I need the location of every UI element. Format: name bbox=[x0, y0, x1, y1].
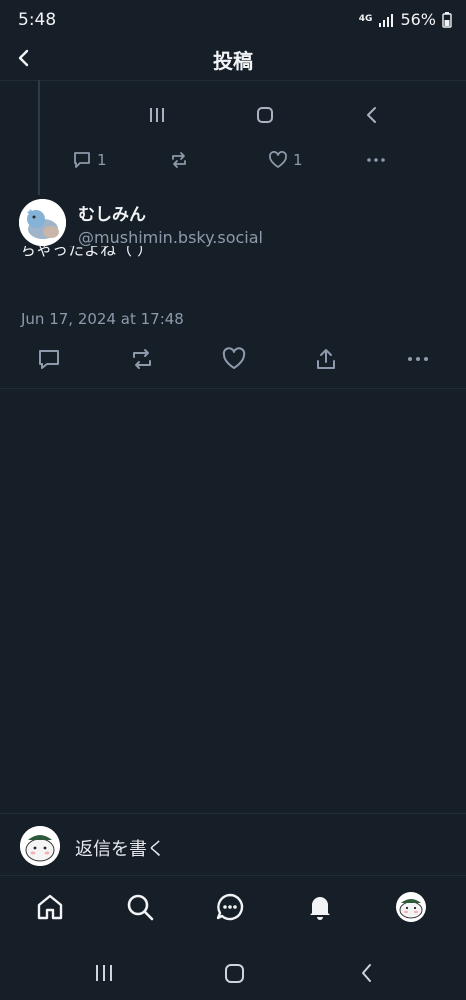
author-avatar[interactable] bbox=[19, 199, 66, 246]
chat-icon bbox=[216, 893, 244, 921]
share-button[interactable] bbox=[314, 343, 338, 375]
system-home-button[interactable] bbox=[223, 959, 247, 987]
parent-more-button[interactable] bbox=[366, 147, 386, 173]
more-options-button[interactable] bbox=[406, 343, 430, 375]
more-icon bbox=[367, 158, 385, 162]
status-time: 5:48 bbox=[18, 10, 57, 30]
notifications-icon bbox=[310, 897, 330, 920]
network-type-label: 4G bbox=[358, 14, 373, 24]
home-circle-icon bbox=[225, 964, 244, 983]
post-divider bbox=[0, 388, 466, 389]
system-recents-button[interactable] bbox=[93, 959, 115, 987]
status-bar: 5:48 4G 56% bbox=[0, 0, 466, 40]
signal-icon bbox=[378, 13, 394, 27]
embedded-recents-icon bbox=[147, 100, 167, 130]
nav-home[interactable] bbox=[36, 893, 64, 921]
parent-repost-button[interactable] bbox=[169, 147, 189, 173]
post-text-partial: ちゃったよね（ ） bbox=[20, 246, 154, 258]
nav-profile[interactable] bbox=[396, 892, 426, 922]
reply-button[interactable] bbox=[37, 343, 61, 375]
post-timestamp: Jun 17, 2024 at 17:48 bbox=[21, 310, 184, 328]
screen-header: 投稿 bbox=[0, 40, 466, 81]
author-display-name[interactable]: むしみん bbox=[78, 200, 146, 225]
comment-icon bbox=[39, 350, 59, 369]
system-back-button[interactable] bbox=[356, 959, 378, 987]
thread-line bbox=[38, 80, 40, 195]
more-icon bbox=[408, 357, 428, 361]
battery-icon bbox=[442, 11, 452, 28]
repost-icon bbox=[133, 349, 151, 369]
bottom-navigation bbox=[0, 875, 466, 938]
system-navigation bbox=[0, 946, 466, 1000]
embedded-back-icon bbox=[362, 100, 382, 130]
repost-button[interactable] bbox=[130, 343, 154, 375]
battery-percent: 56% bbox=[400, 10, 436, 29]
parent-like-count: 1 bbox=[293, 151, 303, 169]
chevron-left-icon bbox=[18, 49, 29, 67]
nav-search[interactable] bbox=[126, 893, 154, 921]
parent-reply-button[interactable]: 1 bbox=[72, 147, 107, 173]
heart-icon bbox=[222, 347, 246, 369]
like-button[interactable] bbox=[222, 343, 246, 375]
heart-icon bbox=[269, 151, 287, 168]
back-button[interactable] bbox=[10, 44, 38, 72]
back-icon bbox=[362, 964, 371, 982]
profile-avatar bbox=[399, 899, 423, 919]
parent-like-button[interactable]: 1 bbox=[268, 147, 303, 173]
post-text: ちゃったよね（ ） bbox=[20, 246, 220, 258]
repost-icon bbox=[172, 152, 186, 168]
parent-reply-count: 1 bbox=[97, 151, 107, 169]
status-right: 4G 56% bbox=[359, 10, 452, 29]
nav-chat[interactable] bbox=[216, 893, 244, 921]
reply-placeholder[interactable]: 返信を書く bbox=[75, 835, 165, 861]
user-avatar bbox=[20, 826, 60, 866]
home-icon bbox=[37, 894, 63, 920]
page-title: 投稿 bbox=[213, 49, 253, 73]
recents-icon bbox=[96, 965, 112, 981]
reply-composer[interactable]: 返信を書く bbox=[0, 813, 466, 875]
embedded-home-icon bbox=[254, 100, 276, 130]
search-icon bbox=[127, 894, 154, 921]
nav-notifications[interactable] bbox=[306, 893, 334, 921]
comment-icon bbox=[74, 152, 90, 168]
author-handle[interactable]: @mushimin.bsky.social bbox=[78, 228, 263, 247]
share-icon bbox=[317, 349, 335, 369]
